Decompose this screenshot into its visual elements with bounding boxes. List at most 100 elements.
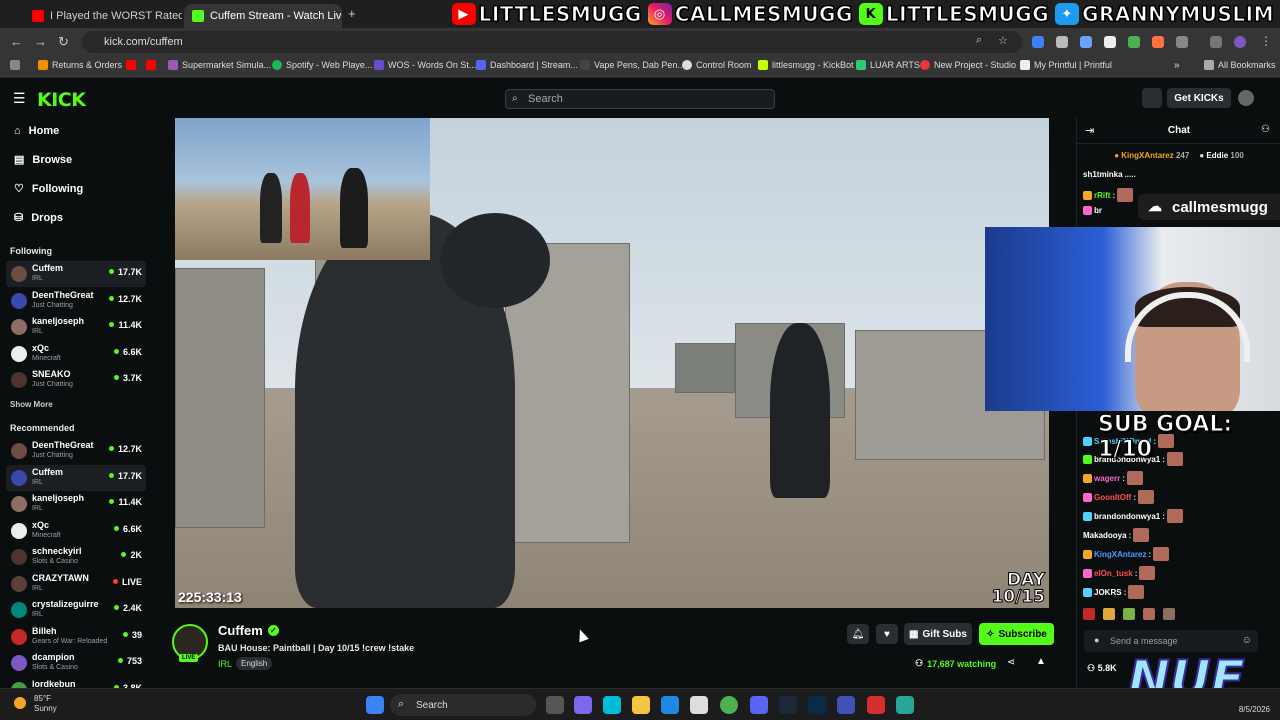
get-kicks-button[interactable]: Get KICKs	[1167, 88, 1231, 108]
share-icon[interactable]: ⋖	[1007, 657, 1015, 668]
copilot-icon[interactable]	[603, 696, 621, 714]
channel-item[interactable]: DeenTheGreat Just Chatting 12.7K	[6, 438, 146, 464]
search-input[interactable]: ⌕ Search	[505, 89, 775, 109]
app-icon[interactable]	[896, 696, 914, 714]
windows-start-icon[interactable]	[366, 696, 384, 714]
notepad-icon[interactable]	[837, 696, 855, 714]
tab-kick[interactable]: Cuffem Stream - Watch Live ✕	[184, 4, 342, 28]
chat-message[interactable]: JOKRS:	[1083, 585, 1145, 599]
chat-username[interactable]: JOKRS	[1094, 588, 1122, 597]
chat-message[interactable]: KingXAntarez:	[1083, 547, 1170, 561]
discord-icon[interactable]	[750, 696, 768, 714]
hamburger-menu-icon[interactable]: ☰	[13, 90, 26, 107]
bookmark-item[interactable]: Returns & Orders	[38, 60, 122, 70]
channel-item[interactable]: Cuffem IRL 17.7K	[6, 464, 146, 491]
extension-icon[interactable]	[1152, 36, 1164, 48]
bookmark-item[interactable]	[146, 60, 156, 70]
all-bookmarks[interactable]: All Bookmarks	[1204, 60, 1276, 70]
bookmark-item[interactable]	[126, 60, 136, 70]
channel-item[interactable]: xQc Minecraft 6.6K	[6, 518, 146, 544]
video-player[interactable]: 225:33:13 DAY 10/15	[175, 118, 1049, 608]
chat-username[interactable]: br	[1094, 206, 1102, 215]
emote-icon[interactable]	[1083, 608, 1095, 620]
steam-icon[interactable]	[779, 696, 797, 714]
task-view-icon[interactable]	[546, 696, 564, 714]
bookmark-item[interactable]: littlesmugg - KickBot	[758, 60, 854, 70]
emote-icon[interactable]	[1103, 608, 1115, 620]
edge-icon[interactable]	[661, 696, 679, 714]
new-tab-button[interactable]: +	[348, 6, 356, 21]
bookmark-item[interactable]: My Printful | Printful	[1020, 60, 1112, 70]
chat-message[interactable]: wagerr:	[1083, 471, 1143, 485]
subscribe-button[interactable]: ✧ Subscribe	[979, 623, 1054, 645]
channel-item[interactable]: Cuffem IRL 17.7K	[6, 261, 146, 287]
chat-username[interactable]: brandondonwya1	[1094, 512, 1160, 521]
profile-avatar[interactable]	[1234, 36, 1246, 48]
reload-icon[interactable]: ↻	[58, 34, 69, 50]
chat-username[interactable]: sh1tminka	[1083, 170, 1123, 179]
apps-grid-icon[interactable]	[10, 60, 20, 70]
follow-heart-button[interactable]: ♥	[876, 624, 898, 644]
chat-username[interactable]: KingXAntarez	[1094, 550, 1146, 559]
chevron-right-icon[interactable]: »	[1174, 60, 1180, 71]
nav-drops[interactable]: ⛁ Drops	[14, 211, 63, 225]
extension-icon[interactable]	[1104, 36, 1116, 48]
kick-logo[interactable]: KICK	[37, 89, 86, 111]
forward-icon[interactable]: →	[34, 34, 47, 49]
back-icon[interactable]: ←	[10, 34, 23, 49]
channel-item[interactable]: dcampion Slots & Casino 753	[6, 650, 146, 676]
chat-input[interactable]: ● Send a message ☺	[1084, 630, 1258, 652]
emoji-icon[interactable]: ☺	[1242, 635, 1252, 646]
clips-icon[interactable]	[1142, 88, 1162, 108]
nav-home[interactable]: ⌂ Home	[14, 125, 59, 137]
app-icon[interactable]	[867, 696, 885, 714]
channel-item[interactable]: xQc Minecraft 6.6K	[6, 341, 146, 367]
kebab-menu-icon[interactable]: ⋮	[1260, 34, 1272, 48]
chat-settings-icon[interactable]: ●	[1094, 635, 1099, 645]
chat-message[interactable]: brandondonwya1:	[1083, 509, 1183, 523]
emote-icon[interactable]	[1123, 608, 1135, 620]
channel-item[interactable]: SNEAKO Just Chatting 3.7K	[6, 367, 146, 393]
chat-username[interactable]: GoonItOff	[1094, 493, 1131, 502]
url-input[interactable]: kick.com/cuffem	[82, 31, 1022, 53]
file-explorer-icon[interactable]	[632, 696, 650, 714]
notification-bell-button[interactable]: 🔔︎	[847, 624, 869, 644]
bookmark-item[interactable]: Vape Pens, Dab Pen...	[580, 60, 685, 70]
store-icon[interactable]	[690, 696, 708, 714]
stream-language-tag[interactable]: English	[236, 657, 273, 670]
emote-icon[interactable]	[1163, 608, 1175, 620]
chat-message[interactable]: br	[1083, 206, 1104, 215]
channel-item[interactable]: Billeh Gears of War: Reloaded 39	[6, 624, 146, 650]
stream-category[interactable]: IRL	[218, 659, 232, 669]
bookmark-item[interactable]: Dashboard | Stream...	[476, 60, 578, 70]
chat-message[interactable]: GoonItOff:	[1083, 490, 1154, 504]
chat-message[interactable]: Makadooya:	[1083, 528, 1150, 542]
zoom-icon[interactable]: ⌕	[976, 34, 982, 47]
emote-icon[interactable]	[1143, 608, 1155, 620]
bookmark-item[interactable]: LUAR ARTS	[856, 60, 920, 70]
extension-icon[interactable]	[1128, 36, 1140, 48]
bookmark-item[interactable]: WOS - Words On St...	[374, 60, 476, 70]
extension-icon[interactable]	[1032, 36, 1044, 48]
chrome-icon[interactable]	[720, 696, 738, 714]
menu-lines-icon[interactable]	[1210, 36, 1222, 48]
user-avatar[interactable]	[1238, 90, 1254, 106]
channel-item[interactable]: kaneljoseph IRL 11.4K	[6, 314, 146, 340]
nav-following[interactable]: ♡ Following	[14, 182, 83, 196]
bookmark-item[interactable]: Spotify - Web Playe...	[272, 60, 372, 70]
channel-item[interactable]: kaneljoseph IRL 11.4K	[6, 491, 146, 517]
show-more-button[interactable]: Show More	[10, 400, 53, 409]
channel-item[interactable]: DeenTheGreat Just Chatting 12.7K	[6, 288, 146, 314]
chat-username[interactable]: Makadooya	[1083, 531, 1127, 540]
photoshop-icon[interactable]	[808, 696, 826, 714]
nav-browse[interactable]: ▤ Browse	[14, 153, 72, 167]
chat-message[interactable]: elOn_tusk:	[1083, 566, 1156, 580]
bookmark-item[interactable]: Supermarket Simula...	[168, 60, 271, 70]
chat-message[interactable]: sh1tminka.....	[1083, 170, 1136, 179]
chat-message[interactable]: rRift:	[1083, 188, 1134, 202]
chat-username[interactable]: wagerr	[1094, 474, 1120, 483]
chat-username[interactable]: rRift	[1094, 191, 1110, 200]
teams-icon[interactable]	[574, 696, 592, 714]
streamer-name[interactable]: Cuffem	[218, 623, 263, 638]
weather-widget[interactable]: 85°F Sunny	[14, 694, 57, 714]
